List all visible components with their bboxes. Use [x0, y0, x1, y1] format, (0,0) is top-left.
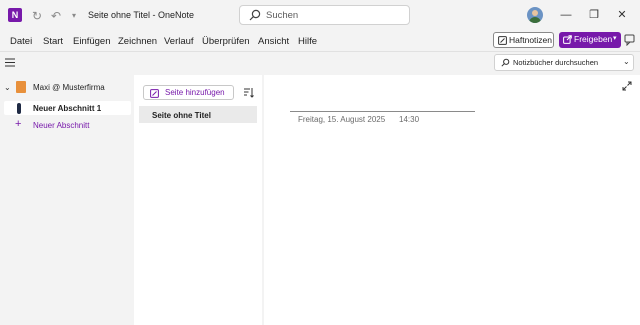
chevron-down-icon: ⌄ [623, 57, 630, 66]
share-icon [563, 35, 572, 44]
window-title: Seite ohne Titel - OneNote [88, 10, 195, 20]
menu-zeichnen[interactable]: Zeichnen [118, 36, 157, 47]
sticky-note-icon [498, 36, 507, 45]
minimize-icon[interactable]: — [557, 7, 575, 23]
sort-icon[interactable] [243, 87, 254, 98]
notebook-search-label: Notizbücher durchsuchen [513, 58, 599, 67]
menu-start[interactable]: Start [43, 36, 63, 47]
search-placeholder: Suchen [266, 10, 299, 21]
page-title-line[interactable] [290, 111, 475, 112]
add-page-button[interactable]: Seite hinzufügen [143, 85, 234, 100]
freigeben-label: Freigeben [574, 34, 613, 44]
menu-einfuegen[interactable]: Einfügen [73, 36, 111, 47]
notebook-icon [16, 81, 26, 93]
haftnotizen-label: Haftnotizen [509, 35, 552, 45]
search-icon [249, 9, 261, 21]
restore-icon[interactable]: ❐ [585, 7, 603, 23]
search-box[interactable]: Suchen [239, 5, 410, 25]
section-label[interactable]: Neuer Abschnitt 1 [33, 104, 101, 113]
add-section-link[interactable]: Neuer Abschnitt [33, 121, 89, 130]
section-color-marker [17, 103, 21, 114]
notebook-search[interactable]: Notizbücher durchsuchen ⌄ [494, 54, 634, 71]
freigeben-dropdown-icon: ▾ [613, 35, 617, 42]
add-page-icon [150, 89, 159, 98]
menu-verlauf[interactable]: Verlauf [164, 36, 194, 47]
page-date: Freitag, 15. August 2025 [298, 115, 386, 124]
quick-access-dropdown-icon[interactable]: ▾ [66, 8, 82, 24]
redo-icon[interactable]: ↻ [29, 8, 45, 24]
freigeben-button[interactable]: Freigeben ▾ [559, 32, 621, 48]
page-label[interactable]: Seite ohne Titel [152, 111, 211, 120]
page-canvas[interactable] [264, 75, 640, 325]
current-notebook[interactable]: Maxi @ Musterfirma [33, 83, 105, 92]
page-time: 14:30 [399, 115, 420, 124]
notebook-chevron-icon[interactable]: ⌄ [4, 83, 11, 92]
hamburger-menu-icon[interactable] [5, 58, 15, 67]
haftnotizen-button[interactable]: Haftnotizen [493, 32, 554, 48]
menu-hilfe[interactable]: Hilfe [298, 36, 317, 47]
close-icon[interactable]: ✕ [613, 7, 631, 23]
avatar[interactable] [527, 7, 543, 23]
onenote-app-icon: N [8, 8, 22, 22]
comments-icon[interactable] [624, 34, 636, 46]
menu-ueberpruefen[interactable]: Überprüfen [202, 36, 250, 47]
expand-icon[interactable] [622, 81, 632, 91]
add-page-label: Seite hinzufügen [165, 88, 225, 97]
menu-ansicht[interactable]: Ansicht [258, 36, 289, 47]
undo-icon[interactable]: ↶ [48, 8, 64, 24]
add-icon[interactable]: + [15, 119, 21, 130]
search-icon [501, 58, 510, 67]
menu-datei[interactable]: Datei [10, 36, 32, 47]
